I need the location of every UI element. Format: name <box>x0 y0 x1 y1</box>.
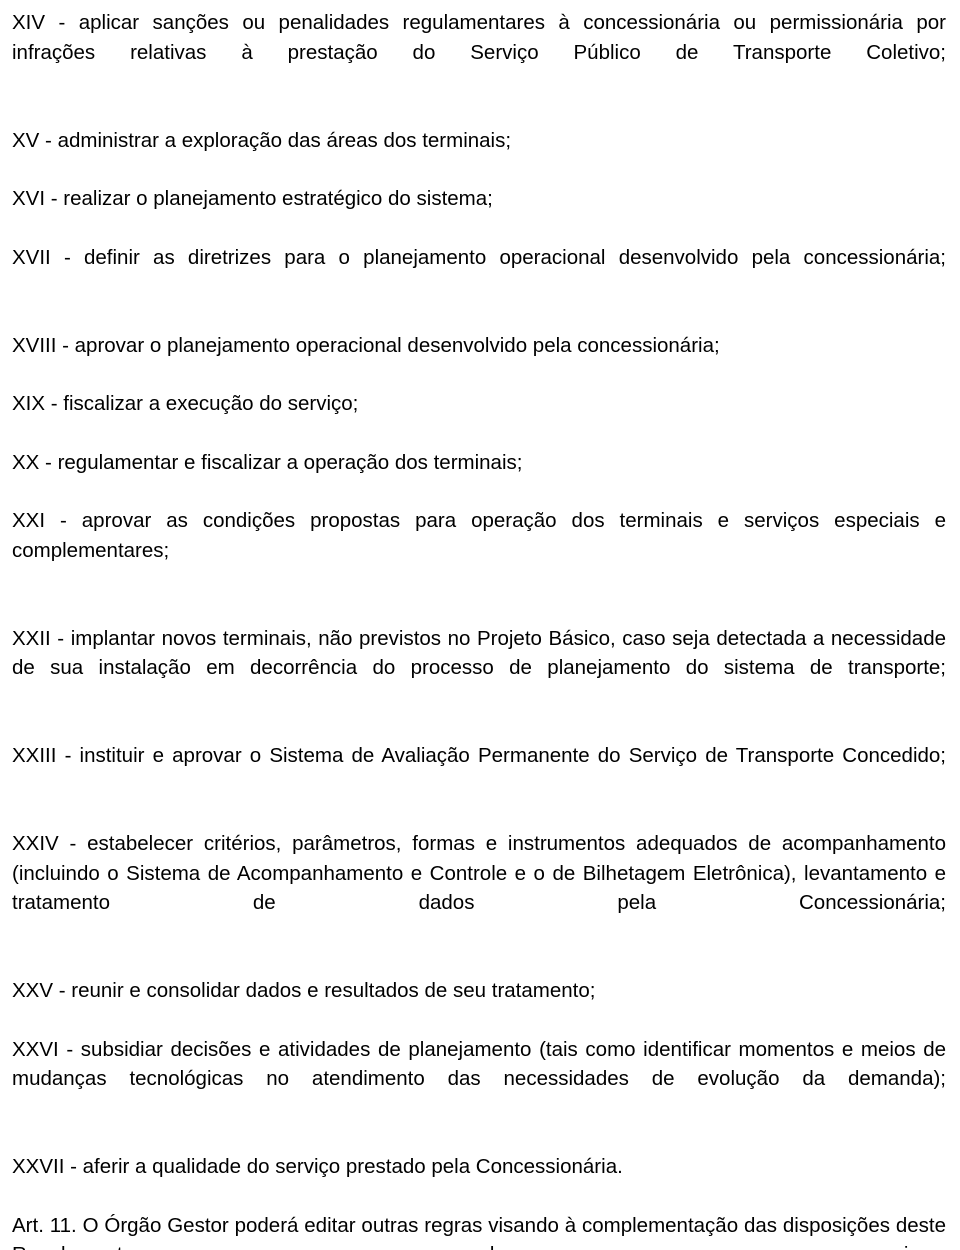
document-body: XIV - aplicar sanções ou penalidades reg… <box>12 8 946 1250</box>
list-item-xxvi: XXVI - subsidiar decisões e atividades d… <box>12 1037 946 1091</box>
list-item-xvii: XVII - definir as diretrizes para o plan… <box>12 245 946 269</box>
list-item-xix: XIX - fiscalizar a execução do serviço; <box>12 392 359 415</box>
list-item-xxiii: XXIII - instituir e aprovar o Sistema de… <box>12 744 946 767</box>
list-item-xxiv: XXIV - estabelecer critérios, parâmetros… <box>12 832 946 914</box>
list-item-xiv: XIV - aplicar sanções ou penalidades reg… <box>12 11 946 64</box>
list-item-xviii: XVIII - aprovar o planejamento operacion… <box>12 333 720 357</box>
list-item-xvi: XVI - realizar o planejamento estratégic… <box>12 187 493 210</box>
list-item-xxi: XXI - aprovar as condições propostas par… <box>12 509 946 562</box>
document-page: XIV - aplicar sanções ou penalidades reg… <box>0 0 960 1250</box>
list-item-xv: XV - administrar a exploração das áreas … <box>12 128 512 152</box>
list-item-xxv: XXV - reunir e consolidar dados e result… <box>12 979 596 1002</box>
list-item-xxii: XXII - implantar novos terminais, não pr… <box>12 626 946 680</box>
list-item-xx: XX - regulamentar e fiscalizar a operaçã… <box>12 450 523 474</box>
list-item-xxvii: XXVII - aferir a qualidade do serviço pr… <box>12 1155 623 1178</box>
article-11: Art. 11. O Órgão Gestor poderá editar ou… <box>12 1213 946 1250</box>
